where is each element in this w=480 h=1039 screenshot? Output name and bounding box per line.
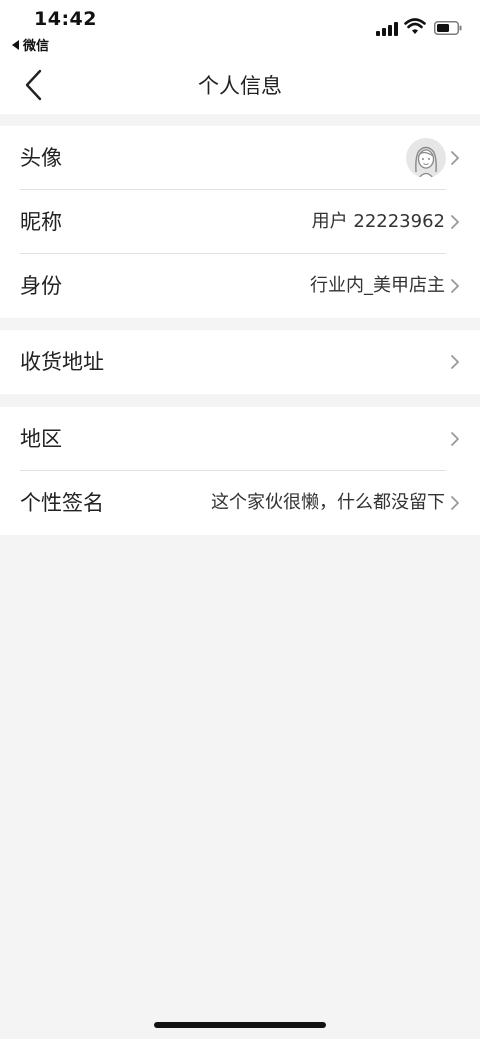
row-label: 收货地址 — [20, 350, 104, 374]
chevron-right-icon — [451, 432, 459, 446]
avatar-icon — [406, 138, 446, 178]
row-label: 地区 — [20, 427, 62, 451]
back-to-app[interactable]: 微信 — [12, 35, 49, 54]
row-identity[interactable]: 身份 行业内_美甲店主 — [0, 254, 480, 318]
row-value: 这个家伙很懒，什么都没留下 — [211, 492, 445, 513]
chevron-right-icon — [451, 215, 459, 229]
extra-info-group: 地区 个性签名 这个家伙很懒，什么都没留下 — [0, 407, 480, 535]
row-value: 用户 22223962 — [311, 211, 445, 232]
status-bar: 14:42 微信 — [0, 0, 480, 56]
home-indicator[interactable] — [154, 1022, 326, 1028]
wifi-icon — [404, 18, 426, 34]
row-shipping-address[interactable]: 收货地址 — [0, 330, 480, 394]
row-label: 昵称 — [20, 210, 62, 234]
back-app-label: 微信 — [23, 39, 50, 54]
row-label: 个性签名 — [20, 491, 104, 515]
profile-group: 头像 昵称 用户 22223962 身份 行业内_美甲店主 — [0, 126, 480, 318]
row-nickname[interactable]: 昵称 用户 22223962 — [0, 190, 480, 254]
row-region[interactable]: 地区 — [0, 407, 480, 471]
chevron-right-icon — [451, 151, 459, 165]
row-label: 头像 — [20, 146, 62, 170]
row-avatar[interactable]: 头像 — [0, 126, 480, 190]
nav-bar: 个人信息 — [0, 56, 480, 114]
chevron-right-icon — [451, 496, 459, 510]
chevron-right-icon — [451, 355, 459, 369]
chevron-right-icon — [451, 279, 459, 293]
row-value: 行业内_美甲店主 — [310, 275, 445, 296]
row-label: 身份 — [20, 274, 62, 298]
back-triangle-icon — [12, 39, 19, 50]
address-group: 收货地址 — [0, 330, 480, 394]
row-signature[interactable]: 个性签名 这个家伙很懒，什么都没留下 — [0, 471, 480, 535]
page-title: 个人信息 — [198, 74, 282, 98]
battery-icon — [434, 21, 462, 35]
signal-icon — [376, 22, 398, 36]
status-time: 14:42 — [34, 8, 97, 30]
